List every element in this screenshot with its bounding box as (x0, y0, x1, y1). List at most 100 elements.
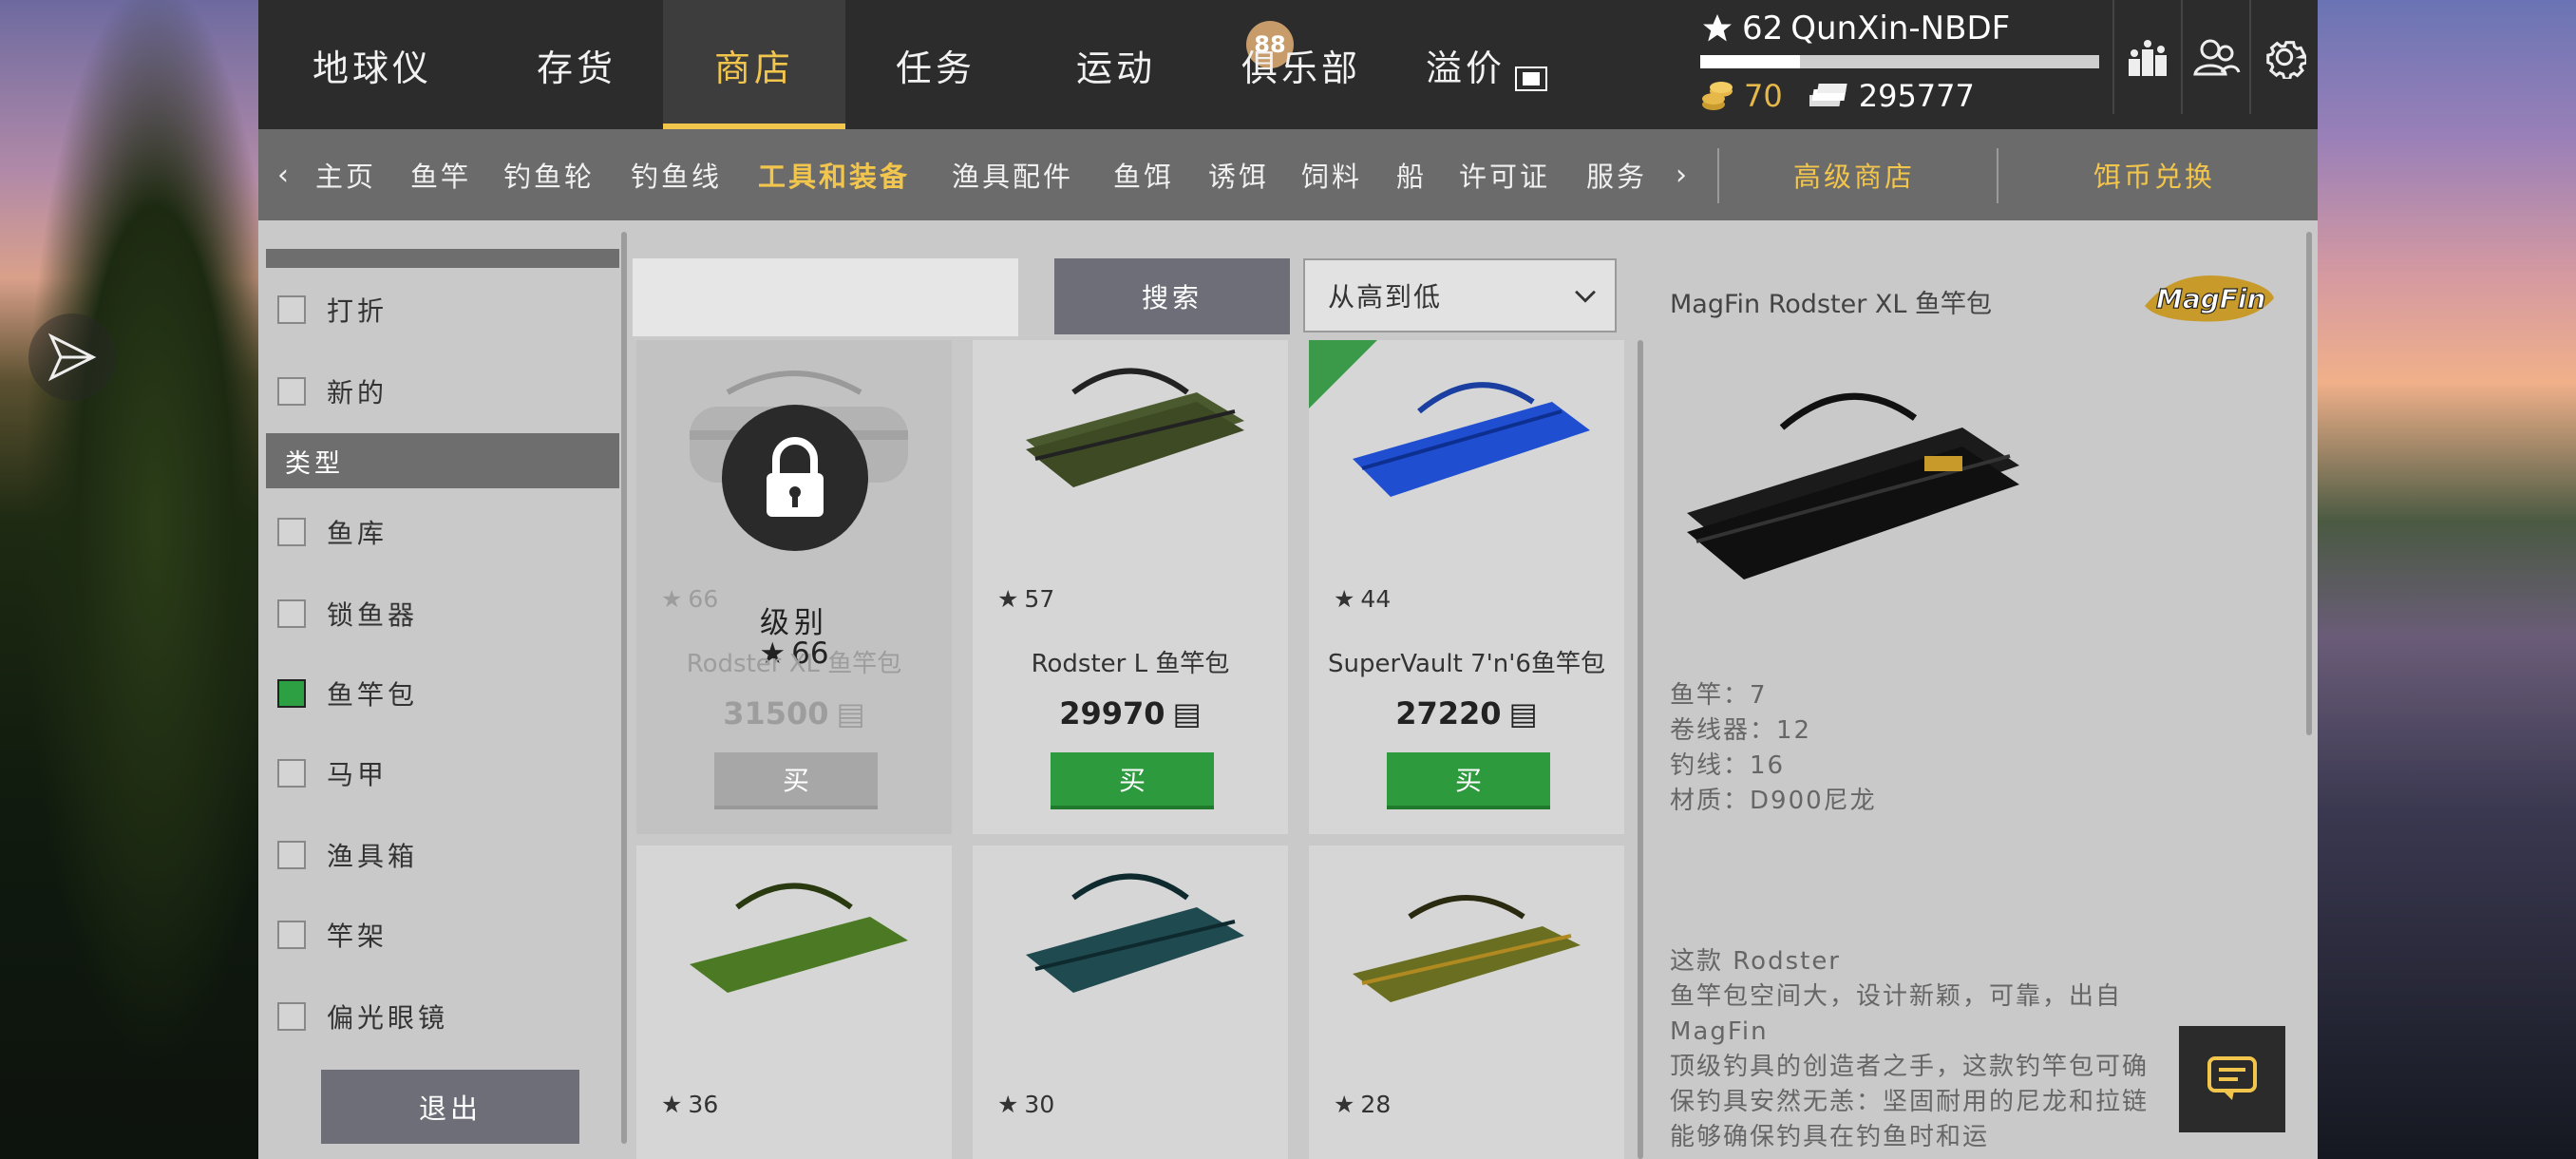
filter-sidebar: 打折 新的 类型 鱼库 锁鱼器 鱼竿包 马甲 渔具箱 竿架 偏光眼镜 退出 (266, 232, 621, 1159)
price-value: 31500 (723, 695, 829, 732)
detail-scrollbar[interactable] (2306, 232, 2312, 735)
leaderboard-icon[interactable] (2112, 0, 2181, 114)
checkbox[interactable] (277, 841, 306, 869)
buy-button[interactable]: 买 (1387, 752, 1550, 809)
checkbox[interactable] (277, 518, 306, 546)
settings-gear-icon[interactable] (2249, 0, 2318, 114)
tab-sport[interactable]: 运动 (1026, 0, 1206, 129)
checkbox-checked[interactable] (277, 679, 306, 708)
product-grid-scrollbar[interactable] (1638, 340, 1643, 1159)
product-name: SuperVault 7'n'6鱼竿包 (1328, 650, 1605, 678)
product-image (636, 846, 952, 1036)
category-tools-equipment[interactable]: 工具和装备 (758, 129, 910, 220)
new-item-badge (1309, 340, 1377, 408)
filter-label: 偏光眼镜 (327, 1002, 449, 1034)
sidebar-scrollbar[interactable] (621, 232, 627, 1144)
detail-title: MagFin Rodster XL 鱼竿包 (1670, 290, 1993, 319)
type-section-header: 类型 (266, 433, 619, 488)
category-rods[interactable]: 鱼竿 (410, 129, 471, 220)
category-baits[interactable]: 诱饵 (1208, 129, 1269, 220)
buy-button[interactable]: 买 (1051, 752, 1214, 809)
banknotes-icon: ▤ (1172, 695, 1202, 732)
checkbox[interactable] (277, 295, 306, 324)
cash-balance: 295777 (1809, 78, 1975, 114)
product-card[interactable]: ★ 28 (1309, 846, 1624, 1159)
scroll-right-icon[interactable]: › (1676, 129, 1690, 220)
star-icon: ★ (1334, 1091, 1355, 1118)
tab-label: 商店 (713, 47, 794, 89)
checkbox[interactable] (277, 759, 306, 788)
category-boats[interactable]: 船 (1396, 129, 1427, 220)
tab-premium[interactable]: 溢价 (1396, 0, 1577, 129)
filter-section-header (266, 249, 619, 268)
category-home[interactable]: 主页 (315, 129, 376, 220)
product-image (973, 846, 1288, 1036)
product-card[interactable]: ★ 57 Rodster L 鱼竿包 29970 ▤ 买 (973, 340, 1288, 834)
tab-inventory[interactable]: 存货 (486, 0, 667, 129)
category-lines[interactable]: 钓鱼线 (631, 129, 722, 220)
tab-globe[interactable]: 地球仪 (258, 0, 486, 129)
star-icon (1703, 14, 1732, 42)
product-name: Rodster L 鱼竿包 (1031, 650, 1230, 678)
background-scenery-right (2318, 0, 2576, 1159)
search-button[interactable]: 搜索 (1054, 258, 1290, 334)
category-services[interactable]: 服务 (1586, 129, 1647, 220)
checkbox[interactable] (277, 1002, 306, 1031)
product-card[interactable]: ★ 66 级别 ★ 66 Rodster XL 鱼竿包 31500 ▤ 买 (636, 340, 952, 834)
checkbox[interactable] (277, 599, 306, 628)
friends-icon[interactable] (2181, 0, 2249, 114)
category-reels[interactable]: 钓鱼轮 (503, 129, 595, 220)
level-value: 44 (1360, 585, 1392, 613)
chevron-down-icon (1575, 290, 1596, 303)
filter-polarized-glasses[interactable]: 偏光眼镜 (277, 988, 448, 1045)
category-lures[interactable]: 鱼饵 (1113, 129, 1174, 220)
bait-exchange-link[interactable]: 饵币兑换 (2093, 129, 2215, 220)
sort-select[interactable]: 从高到低 (1303, 258, 1617, 332)
search-input[interactable] (633, 258, 1018, 336)
xp-bar (1700, 55, 2099, 68)
category-licenses[interactable]: 许可证 (1459, 129, 1550, 220)
filter-label: 竿架 (327, 921, 388, 952)
checkbox[interactable] (277, 377, 306, 406)
checkbox[interactable] (277, 921, 306, 949)
tab-shop[interactable]: 商店 (663, 0, 845, 129)
video-icon (1515, 66, 1547, 91)
filter-label: 渔具箱 (327, 841, 419, 872)
filter-tackle-box[interactable]: 渔具箱 (277, 826, 418, 884)
filter-discount[interactable]: 打折 (277, 281, 388, 338)
product-level: ★ 57 (997, 585, 1054, 613)
product-price: 29970 ▤ (973, 695, 1288, 732)
tab-club[interactable]: 俱乐部 (1206, 0, 1396, 129)
filter-label: 鱼库 (327, 518, 388, 549)
product-level: ★ 44 (1334, 585, 1391, 613)
tab-tasks[interactable]: 任务 (845, 0, 1026, 129)
category-feed[interactable]: 饲料 (1301, 129, 1362, 220)
filter-fish-keeper[interactable]: 鱼库 (277, 504, 388, 560)
filter-stringer[interactable]: 锁鱼器 (277, 585, 418, 642)
scroll-left-icon[interactable]: ‹ (277, 129, 292, 220)
exit-button[interactable]: 退出 (321, 1070, 579, 1144)
spec-rods: 鱼竿：7 (1670, 681, 1768, 710)
level-value: 57 (1024, 585, 1055, 613)
gold-balance: 70 (1700, 78, 1783, 114)
player-info: 62 QunXin-NBDF 70 295777 (1700, 10, 2099, 114)
filter-rod-bag[interactable]: 鱼竿包 (277, 665, 418, 722)
player-name: QunXin-NBDF (1790, 10, 2011, 48)
chat-icon[interactable] (2179, 1026, 2285, 1132)
filter-new[interactable]: 新的 (277, 363, 388, 420)
gold-amount: 70 (1744, 78, 1783, 114)
product-price: 31500 ▤ (636, 695, 952, 732)
buy-button[interactable]: 买 (714, 752, 878, 809)
star-icon: ★ (997, 585, 1019, 613)
product-card[interactable]: ★ 44 SuperVault 7'n'6鱼竿包 27220 ▤ 买 (1309, 340, 1624, 834)
category-tackle[interactable]: 渔具配件 (952, 129, 1073, 220)
filter-vest[interactable]: 马甲 (277, 745, 388, 802)
navigate-icon[interactable] (28, 314, 116, 401)
filter-label: 打折 (327, 295, 388, 327)
premium-shop-link[interactable]: 高级商店 (1793, 129, 1915, 220)
product-card[interactable]: ★ 36 (636, 846, 952, 1159)
filter-label: 马甲 (327, 759, 388, 790)
filter-rod-stand[interactable]: 竿架 (277, 906, 388, 963)
product-card[interactable]: ★ 30 (973, 846, 1288, 1159)
tab-label: 地球仪 (312, 47, 432, 89)
